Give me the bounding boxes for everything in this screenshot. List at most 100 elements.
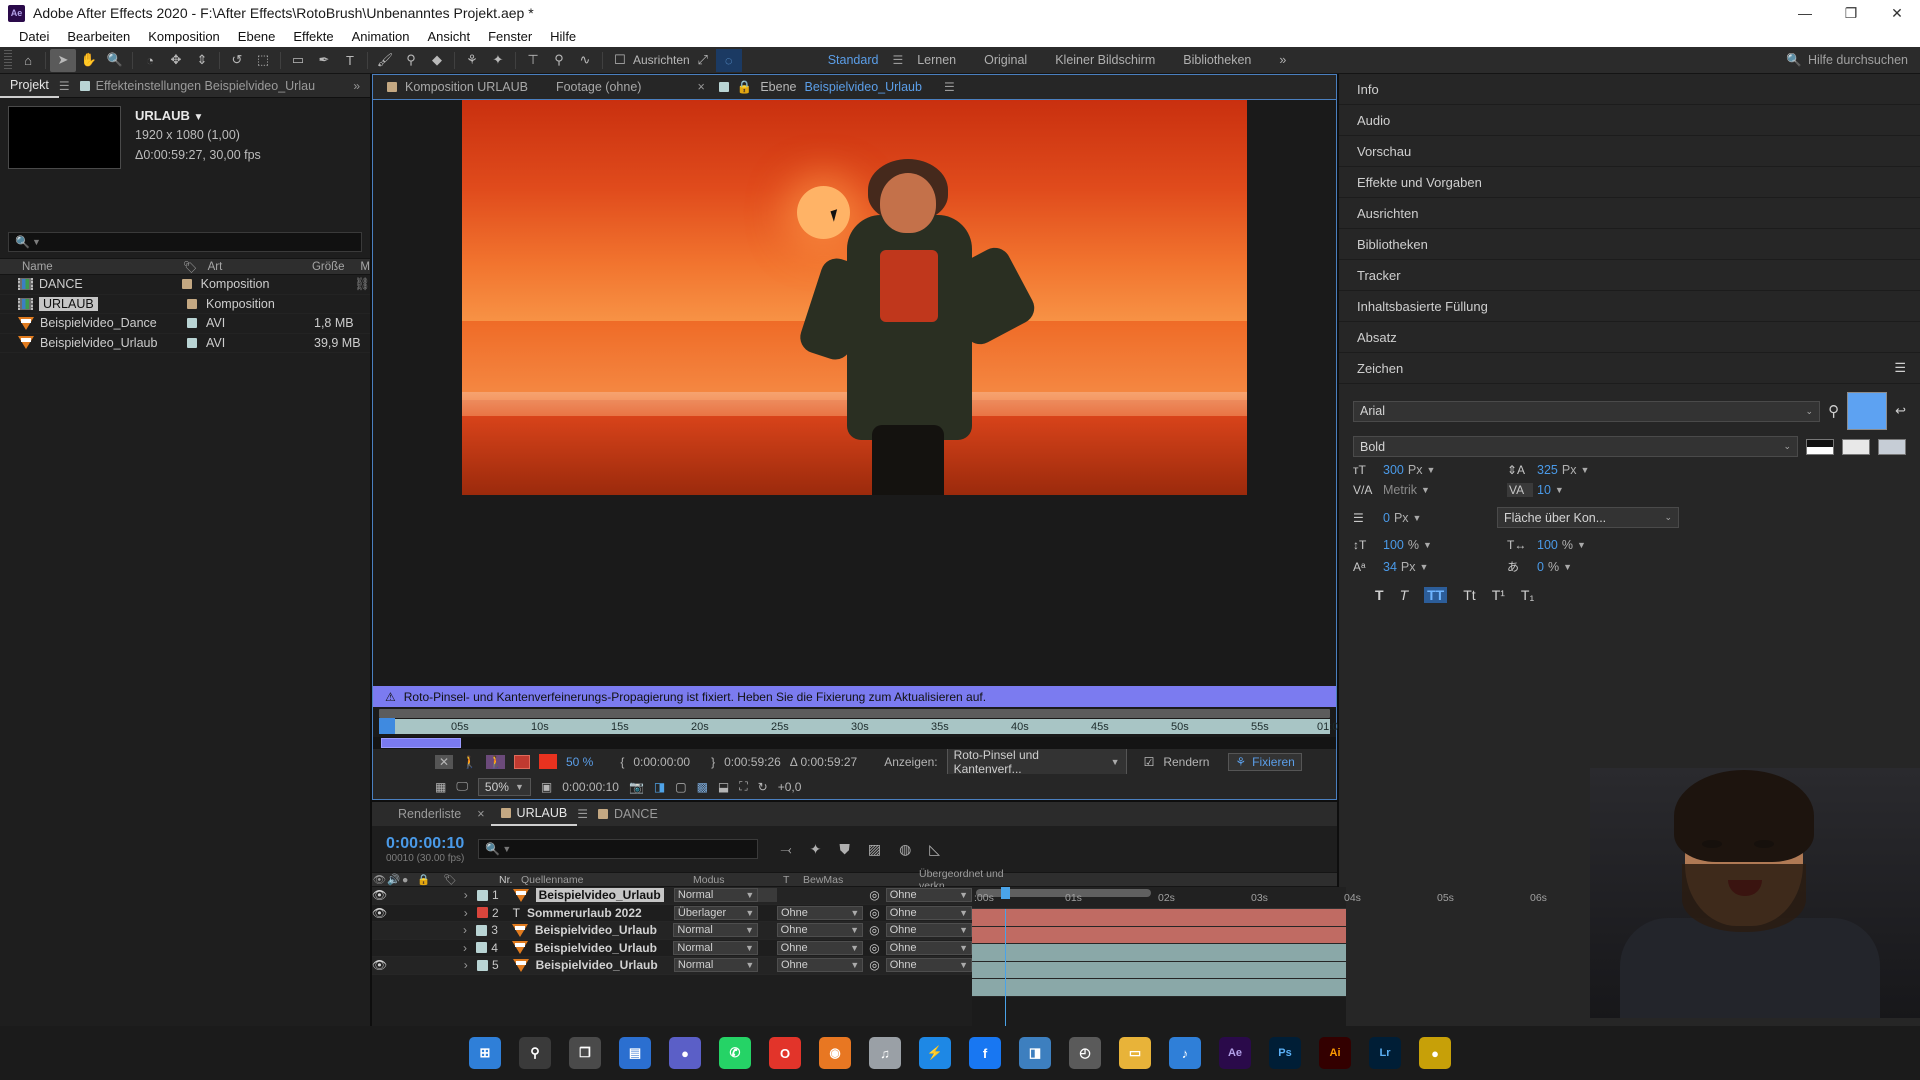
snapping-checkbox[interactable]: ☐ (607, 49, 633, 72)
project-row-beispielvideo-urlaub[interactable]: Beispielvideo_Urlaub AVI 39,9 MB (0, 334, 370, 353)
alpha-boundary-icon[interactable]: ✕ (435, 754, 454, 769)
workspace-original[interactable]: Original (970, 53, 1041, 67)
view-mode-icon[interactable]: ▢ (675, 780, 686, 794)
swap-colors-icon[interactable]: ↩ (1895, 403, 1906, 419)
panel-inhaltsbasierte-fuellung[interactable]: Inhaltsbasierte Füllung (1339, 291, 1920, 322)
workspace-lernen[interactable]: Lernen (903, 53, 970, 67)
expand-arrow-icon[interactable]: ⤢ (690, 49, 716, 72)
minimize-button[interactable]: — (1782, 0, 1828, 26)
layer-expand-arrow[interactable]: › (458, 958, 473, 972)
tab-dance[interactable]: DANCE (588, 802, 668, 826)
eraser-tool-icon[interactable]: ◆ (424, 49, 450, 72)
layer-name-cell[interactable]: Beispielvideo_Urlaub (511, 941, 674, 955)
column-header-groesse[interactable]: Größe (304, 261, 352, 273)
table-row[interactable]: 👁 › 1 Beispielvideo_Urlaub Normal ▼ ◎ Oh… (372, 887, 972, 905)
layer-time-ruler[interactable]: 05s 10s 15s 20s 25s 30s 35s 40s 45s 50s … (372, 707, 1338, 737)
panel-vorschau[interactable]: Vorschau (1339, 136, 1920, 167)
project-menu-icon[interactable]: ☰ (59, 79, 70, 93)
viewer-menu-icon[interactable]: ☰ (944, 80, 955, 94)
selection-tool-icon[interactable]: ➤ (50, 48, 76, 72)
timecode-offset-value[interactable]: +0,0 (778, 780, 802, 794)
font-family-select[interactable]: Arial ⌄ (1353, 400, 1821, 422)
layer-name-cell[interactable]: T Sommerurlaub 2022 (513, 906, 674, 920)
layer-track-matte[interactable]: Ohne ▼ (777, 958, 864, 973)
table-row[interactable]: › 4 Beispielvideo_Urlaub Normal▼ Ohne▼ (372, 940, 972, 957)
chevron-down-icon[interactable]: ▼ (1423, 540, 1432, 550)
chevron-down-icon[interactable]: ▼ (1563, 562, 1572, 572)
panel-tracker[interactable]: Tracker (1339, 260, 1920, 291)
render-checkbox[interactable]: ☑ (1144, 755, 1155, 769)
zeichen-menu-icon[interactable]: ☰ (1894, 360, 1920, 376)
font-size-field[interactable]: 300 Px ▼ (1383, 463, 1479, 477)
zoom-tool-icon[interactable]: 🔍 (102, 49, 128, 72)
tab-ebene-beispielvideo[interactable]: 🔒 Ebene Beispielvideo_Urlaub (705, 74, 936, 100)
tsume-field[interactable]: 0 % ▼ (1537, 560, 1633, 574)
menu-item-hilfe[interactable]: Hilfe (541, 29, 585, 44)
taskview-icon[interactable]: ❐ (569, 1037, 601, 1069)
mask-tool-icon[interactable]: ⬚ (250, 49, 276, 72)
start-icon[interactable]: ⊞ (469, 1037, 501, 1069)
subscript-button[interactable]: T₁ (1521, 587, 1534, 603)
layer-mode-select[interactable]: Normal ▼ (673, 923, 758, 938)
roto-span-bar[interactable] (381, 738, 461, 748)
puppet-icon[interactable]: ⚲ (546, 49, 572, 72)
parent-pick-whip-icon[interactable]: ◎ (863, 923, 886, 937)
panel-ausrichten[interactable]: Ausrichten (1339, 198, 1920, 229)
out-point-value[interactable]: 0:00:59:26 (724, 755, 781, 769)
facebook-icon[interactable]: f (969, 1037, 1001, 1069)
walk-icon[interactable]: 🚶 (462, 755, 477, 769)
rotation-tool-icon[interactable]: ◔ (137, 49, 163, 72)
home-icon[interactable]: ⌂ (15, 49, 41, 72)
viewer-playhead[interactable] (379, 718, 395, 734)
composition-mini-flowchart-icon[interactable]: ⤙ (780, 841, 791, 858)
timeline-playhead-handle[interactable] (1001, 887, 1010, 899)
camera-tool-icon[interactable]: ✥ (163, 49, 189, 72)
undo-icon[interactable]: ↺ (224, 49, 250, 72)
chevron-down-icon[interactable]: ▼ (194, 112, 204, 123)
layer-parent-select[interactable]: Ohne ▼ (885, 958, 972, 973)
menu-item-bearbeiten[interactable]: Bearbeiten (58, 29, 139, 44)
column-header-quellenname[interactable]: Quellenname (521, 874, 693, 886)
workspace-overflow[interactable]: » (1265, 53, 1300, 67)
layer-track-matte[interactable]: Ohne ▼ (776, 923, 864, 938)
layer-track-matte[interactable]: Ohne ▼ (776, 940, 864, 955)
layer-track-matte[interactable]: Ohne ▼ (777, 905, 864, 920)
layer-visibility-toggle[interactable]: 👁 (372, 906, 387, 920)
chevron-down-icon[interactable]: ▼ (1577, 540, 1586, 550)
workspace-menu-icon[interactable]: ☰ (892, 53, 903, 67)
table-row[interactable]: › 3 Beispielvideo_Urlaub Normal▼ Ohne▼ (372, 922, 972, 940)
grid-icon[interactable]: ▦ (435, 780, 446, 794)
project-row-dance[interactable]: DANCE Komposition ⛓ (0, 275, 370, 295)
ps-icon[interactable]: Ps (1269, 1037, 1301, 1069)
out-point-icon[interactable]: } (711, 755, 715, 769)
in-point-icon[interactable]: { (620, 755, 624, 769)
hide-shy-layers-icon[interactable]: ⛊ (839, 841, 850, 858)
parent-pick-whip-icon[interactable]: ◎ (863, 941, 886, 955)
chevron-down-icon[interactable]: ▼ (1421, 485, 1430, 495)
timeline-time-ruler[interactable]: :00s 01s 02s 03s 04s 05s 06s 07s 08s 10s (972, 887, 1914, 909)
menu-item-animation[interactable]: Animation (343, 29, 419, 44)
show-select[interactable]: Roto-Pinsel und Kantenverf... ▼ (946, 745, 1127, 778)
freeze-button[interactable]: ⚘ Fixieren (1228, 752, 1302, 771)
opera-icon[interactable]: O (769, 1037, 801, 1069)
snapshot-icon[interactable]: 📷 (629, 780, 644, 794)
explorer-icon[interactable]: ▭ (1119, 1037, 1151, 1069)
layer-t-cell[interactable] (758, 888, 777, 903)
in-point-value[interactable]: 0:00:00:00 (633, 755, 690, 769)
project-overflow-icon[interactable]: » (353, 79, 370, 93)
layer-mode-select[interactable]: Überlager ▼ (673, 905, 759, 920)
search-icon[interactable]: ⚲ (519, 1037, 551, 1069)
layer-visibility-toggle[interactable]: 👁 (372, 958, 387, 972)
draft-3d-icon[interactable]: ✦ (810, 841, 822, 858)
type-tool-icon[interactable]: T (337, 49, 363, 72)
transparency-grid-icon[interactable]: ▩ (697, 780, 708, 794)
layer-bar-5[interactable] (972, 979, 1346, 997)
menu-item-fenster[interactable]: Fenster (479, 29, 541, 44)
layer-mode-select[interactable]: Normal ▼ (673, 940, 758, 955)
horizontal-scale-field[interactable]: 100 % ▼ (1537, 538, 1633, 552)
all-caps-button[interactable]: TT (1424, 587, 1448, 603)
tag-swatch[interactable] (187, 318, 197, 329)
no-fill-swatch[interactable] (1842, 438, 1870, 455)
timecode-offset-icon[interactable]: ↻ (758, 780, 768, 794)
column-header-t[interactable]: T (783, 874, 803, 886)
